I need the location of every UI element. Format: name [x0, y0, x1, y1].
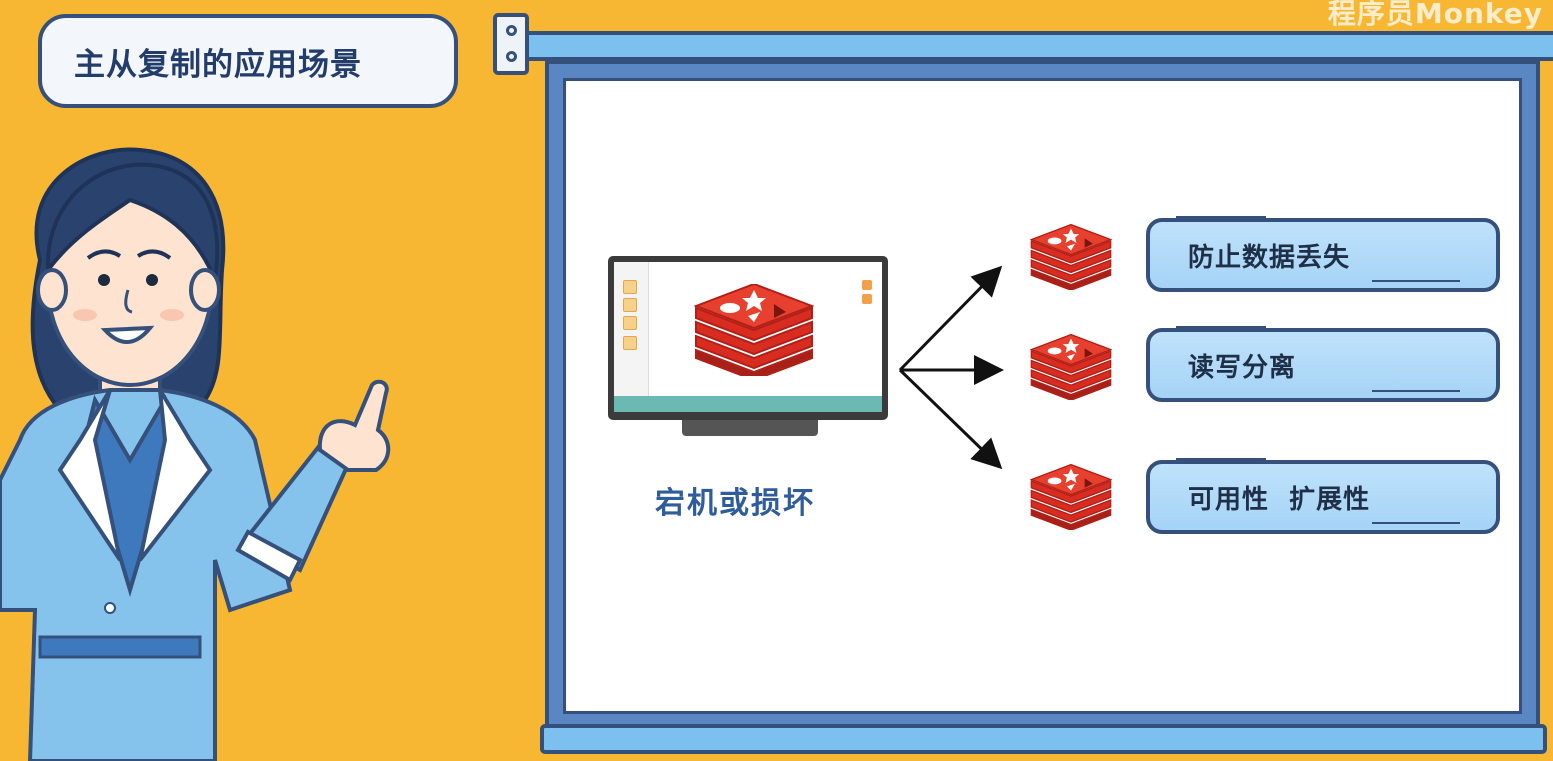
projector-bottom-bar — [540, 724, 1547, 754]
monitor-taskbar — [614, 396, 882, 412]
outcome-text: 读写分离 — [1188, 352, 1297, 383]
monitor-icon — [608, 256, 888, 420]
monitor-display — [614, 262, 882, 412]
projector-roller — [520, 31, 1553, 61]
page-title: 主从复制的应用场景 — [74, 46, 362, 83]
monitor-sidebar — [614, 262, 649, 396]
outcome-text: 防止数据丢失 — [1188, 242, 1351, 273]
outcome-label-data-loss: 防止数据丢失 — [1146, 216, 1500, 292]
outcome-label-read-write: 读写分离 — [1146, 326, 1500, 402]
projector-cap — [493, 13, 529, 75]
slide-stage: 程序员Monkey 主从复制的应用场景 宕机或损坏 防止数据丢失 读写分离 可用… — [0, 0, 1553, 761]
arrow-icon — [898, 265, 1004, 470]
redis-logo-icon — [1030, 463, 1112, 530]
outcome-label-availability: 可用性 扩展性 — [1146, 458, 1500, 534]
monitor-stand — [682, 420, 818, 436]
redis-logo-icon — [694, 284, 814, 376]
outcome-text: 可用性 扩展性 — [1188, 484, 1371, 515]
watermark: 程序员Monkey — [1327, 0, 1543, 30]
title-banner: 主从复制的应用场景 — [38, 14, 458, 108]
presenter-illustration — [0, 147, 391, 761]
redis-logo-icon — [1030, 223, 1112, 290]
redis-logo-icon — [1030, 333, 1112, 400]
monitor-caption: 宕机或损坏 — [655, 486, 815, 521]
